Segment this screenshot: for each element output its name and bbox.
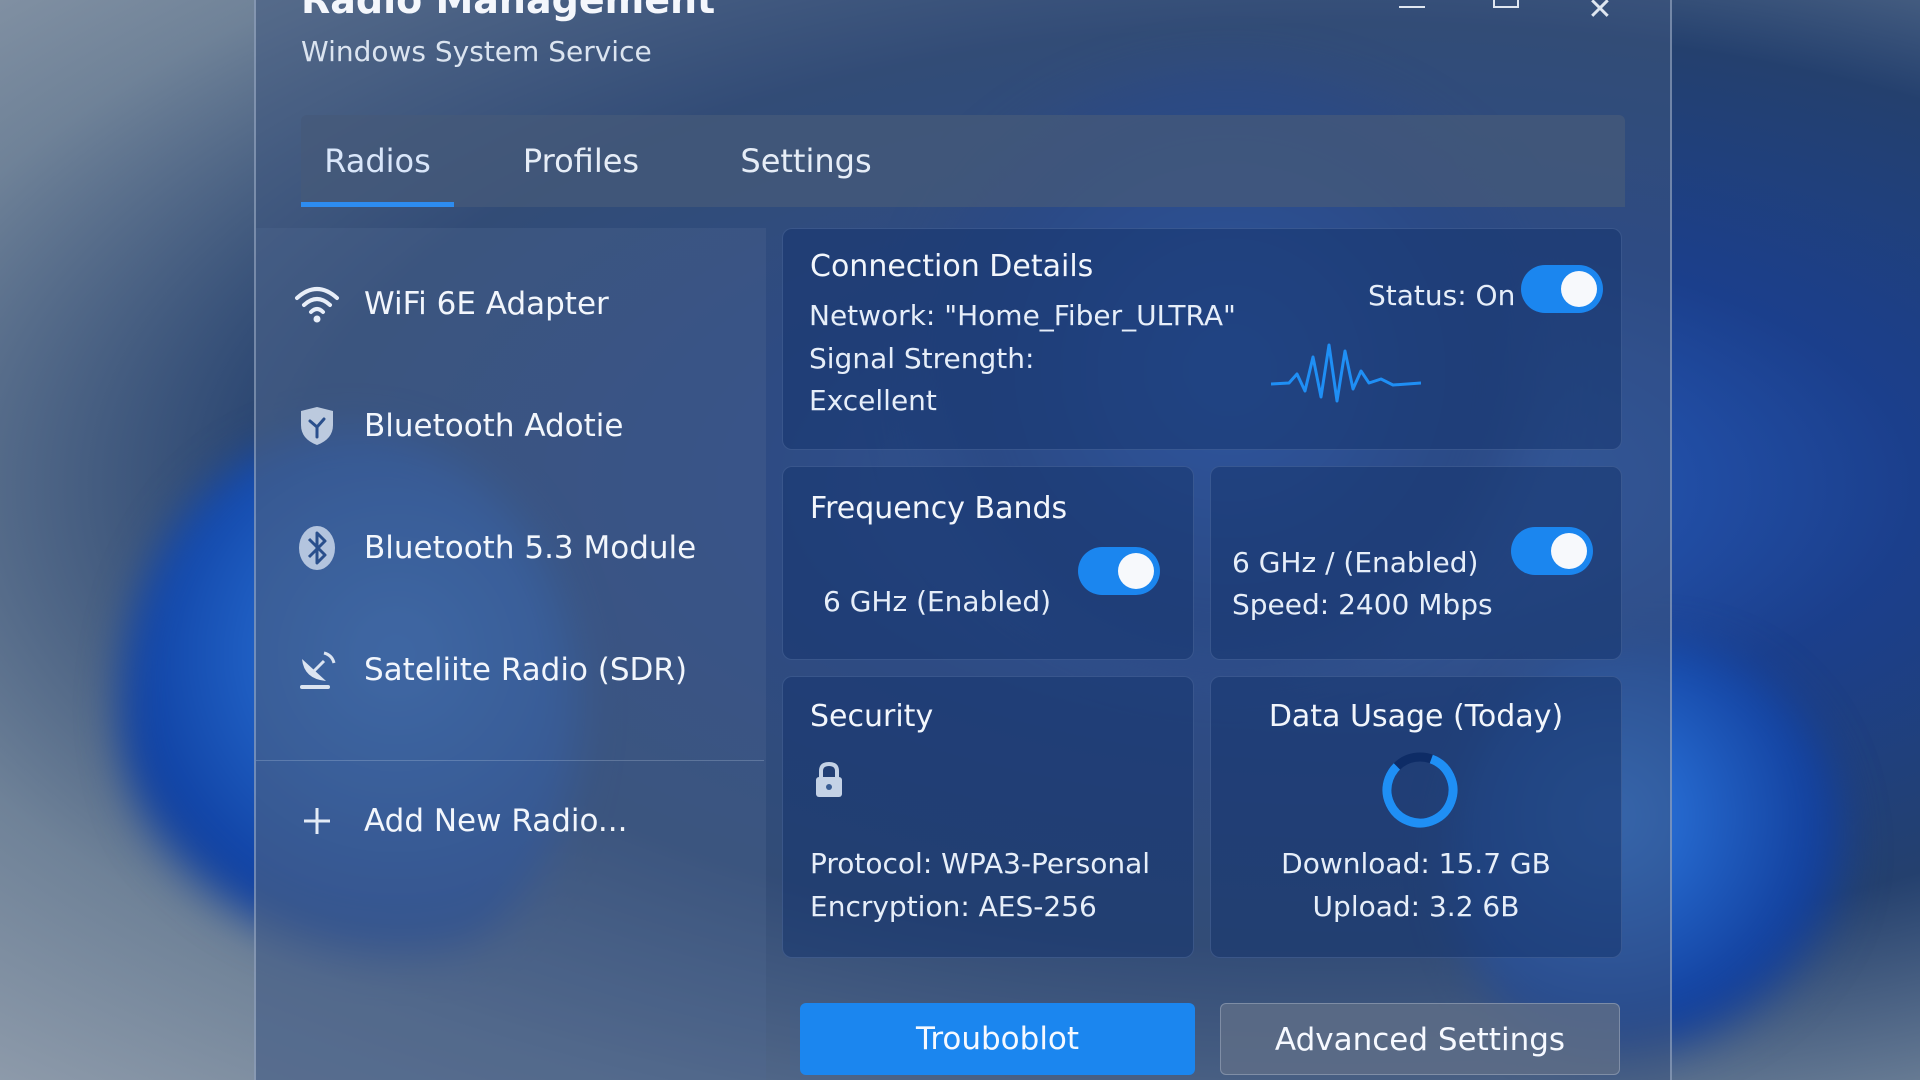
maximize-button[interactable]: [1486, 0, 1526, 8]
data-usage-card: Data Usage (Today) Download: 15.7 GB Upl…: [1210, 676, 1622, 958]
wifi-icon: [294, 281, 340, 327]
connection-details-card: Connection Details Network: "Home_Fiber_…: [782, 228, 1622, 450]
sidebar-item-satellite-radio[interactable]: Sateliite Radio (SDR): [294, 640, 687, 700]
data-usage-ring-icon: [1382, 752, 1458, 828]
sidebar-item-label: WiFi 6E Adapter: [364, 286, 609, 322]
network-name: Network: "Home_Fiber_ULTRA": [809, 299, 1236, 332]
satellite-dish-icon: [294, 647, 340, 693]
security-card: Security Protocol: WPA3-Personal Encrypt…: [782, 676, 1194, 958]
card-title: Data Usage (Today): [1268, 699, 1564, 734]
add-new-radio-label: Add New Radio...: [364, 803, 628, 839]
tab-profiles[interactable]: Profiles: [506, 115, 656, 207]
status-toggle[interactable]: [1521, 265, 1603, 313]
sidebar-item-label: Bluetooth Adotie: [364, 408, 624, 444]
band-status-toggle[interactable]: [1511, 527, 1593, 575]
security-protocol: Protocol: WPA3-Personal: [810, 847, 1151, 880]
download-usage: Download: 15.7 GB: [1281, 847, 1551, 880]
lock-icon: [816, 761, 842, 797]
band-6ghz-toggle[interactable]: [1078, 547, 1160, 595]
bluetooth-icon: [294, 525, 340, 571]
band-status-card: 6 GHz / (Enabled) Speed: 2400 Mbps: [1210, 466, 1622, 660]
maximize-icon: [1493, 0, 1519, 8]
upload-usage: Upload: 3.2 6B: [1312, 890, 1520, 923]
window-title: Radio Management: [301, 0, 716, 22]
sidebar-divider: [256, 760, 764, 761]
card-title: Frequency Bands: [810, 491, 1068, 526]
link-speed: Speed: 2400 Mbps: [1232, 588, 1493, 621]
tab-radios[interactable]: Radios: [301, 115, 454, 207]
plus-icon: [294, 798, 340, 844]
tab-bar: Radios Profiles Settings: [301, 115, 1625, 207]
minimize-button[interactable]: [1392, 0, 1432, 8]
sidebar-item-bluetooth-adotie[interactable]: Bluetooth Adotie: [294, 396, 624, 456]
frequency-bands-card: Frequency Bands 6 GHz (Enabled): [782, 466, 1194, 660]
close-button[interactable]: ✕: [1580, 0, 1620, 27]
add-new-radio-button[interactable]: Add New Radio...: [294, 791, 627, 851]
band-status-label: 6 GHz / (Enabled): [1232, 546, 1479, 579]
signal-waveform-icon: [1271, 343, 1421, 403]
signal-strength-label: Signal Strength:: [809, 342, 1035, 375]
card-title: Security: [810, 699, 934, 734]
advanced-settings-button[interactable]: Advanced Settings: [1220, 1003, 1620, 1075]
sidebar-item-bluetooth-module[interactable]: Bluetooth 5.3 Module: [294, 518, 696, 578]
troubleshoot-button[interactable]: Trouboblot: [800, 1003, 1195, 1075]
window-subtitle: Windows System Service: [301, 35, 652, 68]
shield-icon: [294, 403, 340, 449]
sidebar-item-label: Sateliite Radio (SDR): [364, 652, 688, 688]
band-6ghz-label: 6 GHz (Enabled): [823, 585, 1052, 618]
status-label: Status: On: [1368, 279, 1516, 312]
sidebar-item-wifi[interactable]: WiFi 6E Adapter: [294, 274, 609, 334]
signal-strength-value: Excellent: [809, 384, 937, 417]
tab-settings[interactable]: Settings: [731, 115, 881, 207]
minimize-icon: [1399, 6, 1425, 8]
sidebar-item-label: Bluetooth 5.3 Module: [364, 530, 697, 566]
card-title: Connection Details: [810, 249, 1094, 284]
security-encryption: Encryption: AES-256: [810, 890, 1097, 923]
